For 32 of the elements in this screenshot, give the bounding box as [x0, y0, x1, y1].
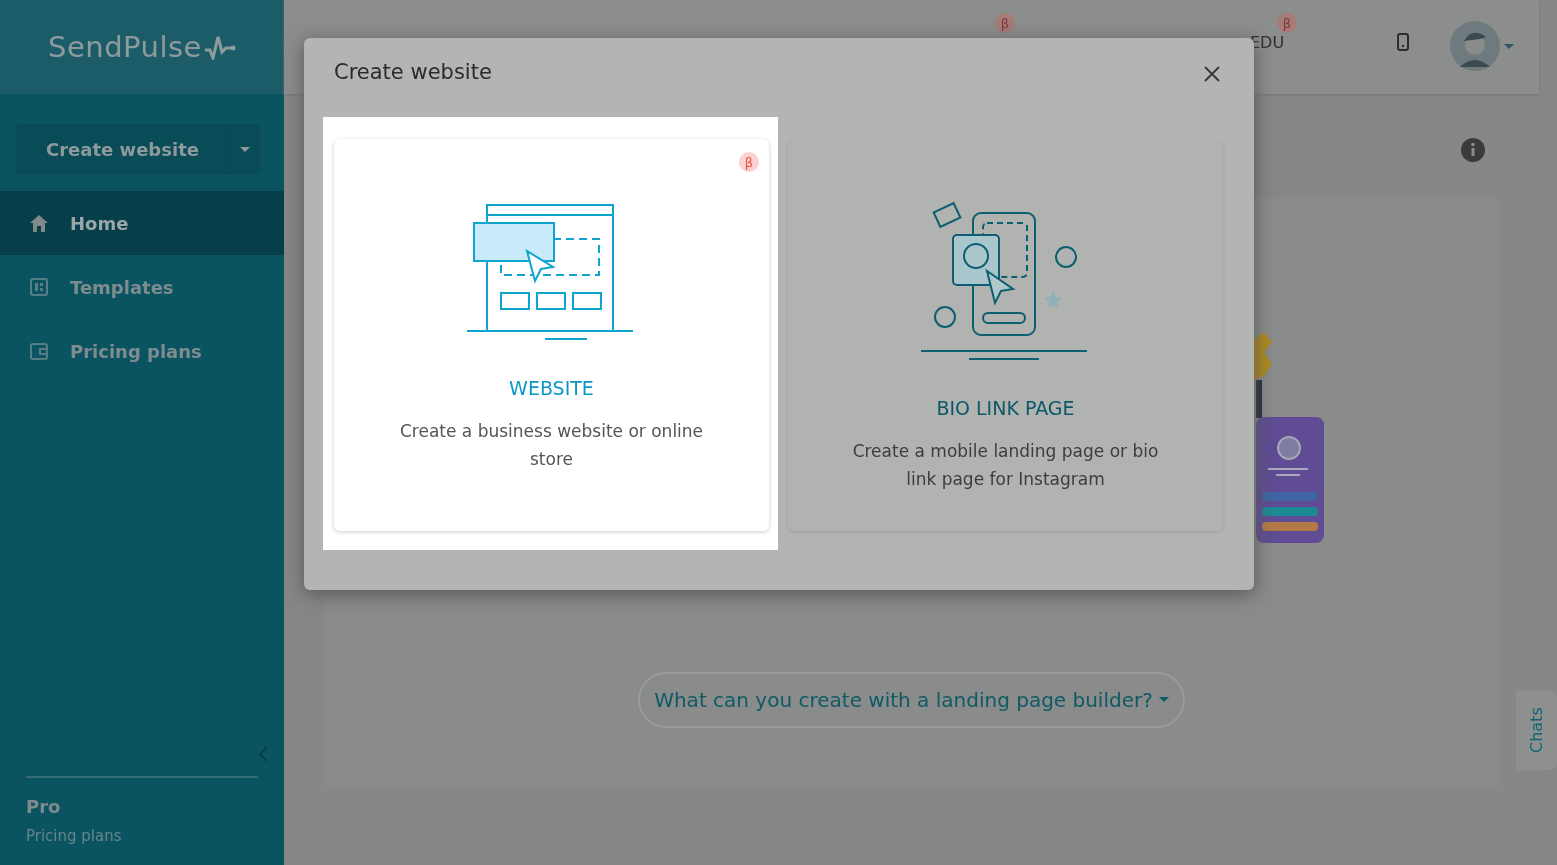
- caret-icon: [240, 146, 250, 153]
- pulse-icon: [203, 34, 236, 60]
- option-card[interactable]: BIO LINK PAGE Create a mobile landing page or bio link page for Instagram: [788, 139, 1223, 531]
- modal-title: Create website: [334, 60, 492, 84]
- option-description: Create a mobile landing page or bio link page for Instagram: [851, 440, 1160, 491]
- nav-label: Templates: [70, 276, 174, 298]
- templates-icon: [28, 276, 50, 298]
- caret-icon[interactable]: [1504, 44, 1514, 50]
- phone-icon[interactable]: [1397, 33, 1409, 51]
- home-icon: [28, 212, 50, 234]
- option-title: WEBSITE: [509, 377, 594, 399]
- nav-item[interactable]: Pricing plans: [0, 319, 284, 383]
- option-card[interactable]: β WEBSITE Create a business website or online store: [334, 139, 769, 531]
- option-description: Create a business website or online store: [398, 420, 705, 471]
- nav-item[interactable]: Home: [0, 191, 284, 255]
- logo: SendPulse: [48, 30, 202, 64]
- nav-label: Pricing plans: [70, 340, 202, 362]
- nav-label: Home: [70, 212, 129, 234]
- beta-badge: β: [1277, 13, 1297, 33]
- pricing-plans-link[interactable]: Pricing plans: [26, 827, 258, 845]
- help-dropdown-button[interactable]: What can you create with a landing page builder?: [638, 672, 1185, 728]
- plan-name: Pro: [26, 796, 62, 817]
- beta-badge: β: [995, 13, 1015, 33]
- avatar-icon[interactable]: [1450, 21, 1500, 71]
- caret-icon: [1158, 697, 1169, 703]
- create-website-button[interactable]: Create website: [16, 124, 260, 175]
- info-icon[interactable]: [1461, 138, 1485, 162]
- wallet-icon: [28, 340, 50, 362]
- nav-item[interactable]: Templates: [0, 255, 284, 319]
- chats-tab[interactable]: Chats: [1516, 690, 1557, 770]
- option-title: BIO LINK PAGE: [936, 397, 1075, 419]
- beta-badge: β: [739, 152, 759, 172]
